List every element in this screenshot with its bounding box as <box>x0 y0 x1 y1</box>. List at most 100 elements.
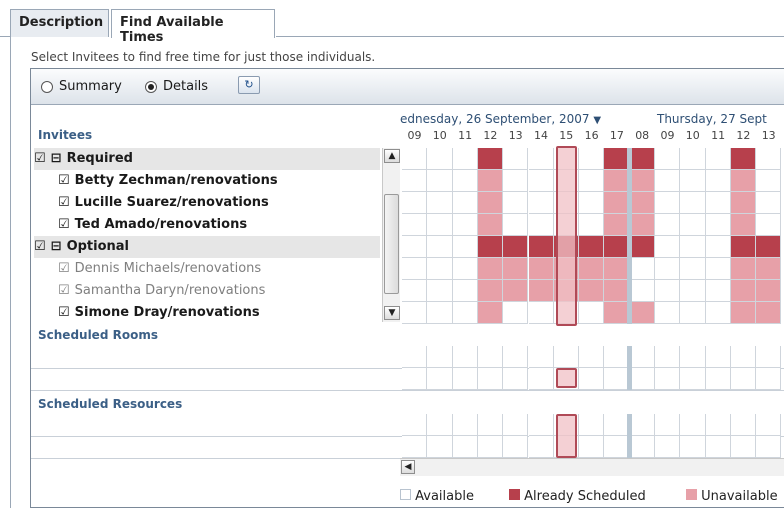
invitee-row[interactable]: ☑ Ted Amado/renovations <box>58 214 380 236</box>
time-slot[interactable] <box>503 436 529 458</box>
time-slot[interactable] <box>756 214 782 236</box>
time-slot[interactable] <box>655 236 681 258</box>
time-slot[interactable] <box>579 258 605 280</box>
time-slot[interactable] <box>705 170 731 192</box>
time-slot[interactable] <box>655 414 681 436</box>
invitee-scrollbar[interactable]: ▲ ▼ <box>382 148 400 322</box>
time-slot[interactable] <box>705 192 731 214</box>
scroll-up-button[interactable]: ▲ <box>384 149 400 163</box>
time-slot[interactable] <box>680 414 706 436</box>
time-slot[interactable] <box>503 148 529 170</box>
time-slot[interactable] <box>452 280 478 302</box>
time-slot[interactable] <box>477 436 504 458</box>
time-slot[interactable] <box>730 258 757 280</box>
time-slot[interactable] <box>452 170 478 192</box>
time-slot[interactable] <box>730 414 757 436</box>
time-slot[interactable] <box>477 148 504 170</box>
time-slot[interactable] <box>629 170 655 192</box>
time-slot[interactable] <box>503 236 529 258</box>
time-slot[interactable] <box>629 236 655 258</box>
time-slot[interactable] <box>452 414 478 436</box>
time-slot[interactable] <box>756 280 782 302</box>
time-slot[interactable] <box>477 368 504 390</box>
time-slot[interactable] <box>579 214 605 236</box>
time-slot[interactable] <box>427 414 453 436</box>
time-slot[interactable] <box>629 368 655 390</box>
time-slot[interactable] <box>503 214 529 236</box>
time-slot[interactable] <box>427 236 453 258</box>
time-slot[interactable] <box>427 280 453 302</box>
time-slot[interactable] <box>655 214 681 236</box>
time-slot[interactable] <box>452 368 478 390</box>
time-slot[interactable] <box>730 346 757 368</box>
time-slot[interactable] <box>452 214 478 236</box>
summary-radio[interactable] <box>41 81 53 97</box>
time-slot[interactable] <box>402 414 428 436</box>
time-slot[interactable] <box>427 258 453 280</box>
checkbox[interactable]: ☑ <box>58 283 70 298</box>
time-slot[interactable] <box>629 214 655 236</box>
time-slot[interactable] <box>629 302 655 324</box>
time-slot[interactable] <box>452 148 478 170</box>
time-slot[interactable] <box>680 280 706 302</box>
time-slot[interactable] <box>452 192 478 214</box>
time-slot[interactable] <box>402 148 428 170</box>
time-slot[interactable] <box>528 346 554 368</box>
time-slot[interactable] <box>528 368 554 390</box>
time-slot[interactable] <box>705 258 731 280</box>
time-slot[interactable] <box>730 214 757 236</box>
time-slot[interactable] <box>579 368 605 390</box>
time-slot[interactable] <box>402 236 428 258</box>
time-slot[interactable] <box>680 436 706 458</box>
time-slot[interactable] <box>477 302 504 324</box>
checkbox[interactable]: ☑ <box>58 173 70 188</box>
time-slot[interactable] <box>427 346 453 368</box>
time-slot[interactable] <box>503 302 529 324</box>
checkbox[interactable]: ☑ <box>58 305 70 320</box>
time-slot[interactable] <box>705 302 731 324</box>
time-slot[interactable] <box>579 170 605 192</box>
details-radio[interactable] <box>145 81 157 97</box>
time-slot[interactable] <box>655 302 681 324</box>
time-slot[interactable] <box>680 214 706 236</box>
time-slot[interactable] <box>427 302 453 324</box>
time-slot[interactable] <box>579 148 605 170</box>
time-slot[interactable] <box>427 436 453 458</box>
time-slot[interactable] <box>402 192 428 214</box>
time-slot[interactable] <box>579 302 605 324</box>
time-slot[interactable] <box>452 236 478 258</box>
time-slot[interactable] <box>730 148 757 170</box>
time-slot[interactable] <box>503 192 529 214</box>
time-slot[interactable] <box>503 346 529 368</box>
time-slot[interactable] <box>528 280 554 302</box>
time-slot[interactable] <box>730 368 757 390</box>
time-slot[interactable] <box>528 302 554 324</box>
time-slot[interactable] <box>629 258 655 280</box>
time-slot[interactable] <box>427 192 453 214</box>
date-header-day1[interactable]: ednesday, 26 September, 2007 ▼ <box>400 112 601 126</box>
time-slot[interactable] <box>528 236 554 258</box>
time-slot[interactable] <box>705 148 731 170</box>
time-slot[interactable] <box>756 346 782 368</box>
time-slot[interactable] <box>655 170 681 192</box>
time-slot[interactable] <box>503 280 529 302</box>
refresh-icon[interactable]: ↻ <box>238 76 260 94</box>
collapse-icon[interactable]: ⊟ <box>51 151 62 166</box>
scroll-down-button[interactable]: ▼ <box>384 306 400 320</box>
time-slot[interactable] <box>705 346 731 368</box>
time-slot[interactable] <box>756 236 782 258</box>
time-slot[interactable] <box>680 346 706 368</box>
time-slot[interactable] <box>528 214 554 236</box>
time-slot[interactable] <box>655 368 681 390</box>
time-slot[interactable] <box>528 414 554 436</box>
time-slot[interactable] <box>655 346 681 368</box>
time-slot[interactable] <box>477 236 504 258</box>
time-slot[interactable] <box>629 436 655 458</box>
time-slot[interactable] <box>629 280 655 302</box>
time-slot[interactable] <box>705 236 731 258</box>
time-slot[interactable] <box>427 170 453 192</box>
time-slot[interactable] <box>528 170 554 192</box>
checkbox[interactable]: ☑ <box>34 151 46 166</box>
time-slot[interactable] <box>477 414 504 436</box>
time-slot[interactable] <box>402 214 428 236</box>
